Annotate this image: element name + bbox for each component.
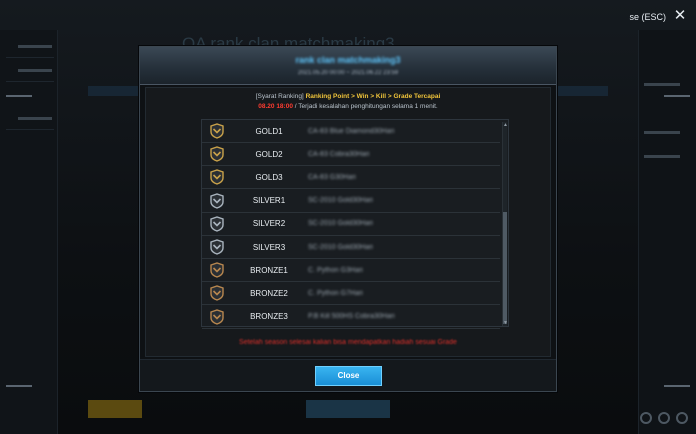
grade-reward: C. Python G3Hari xyxy=(308,266,363,274)
modal-header: rank clan matchmaking3 2021.05.20 00:00 … xyxy=(140,47,556,85)
table-row: BRONZE1 C. Python G3Hari xyxy=(202,259,500,283)
criteria-text: Ranking Point > Win > Kill > Grade Terca… xyxy=(305,93,441,100)
grade-name: GOLD2 xyxy=(255,149,283,159)
background-button xyxy=(306,400,390,418)
table-row: GOLD1 CA-83 Blue Diamond30Hari xyxy=(202,120,500,143)
grade-reward: CA-83 G30Hari xyxy=(308,173,356,181)
esc-hint: se (ESC) xyxy=(629,12,666,22)
table-row: GOLD3 CA-83 G30Hari xyxy=(202,166,500,190)
grade-name: BRONZE1 xyxy=(250,265,288,275)
grade-name: GOLD3 xyxy=(255,172,283,182)
background-right-panel xyxy=(638,30,696,434)
grade-name: BRONZE2 xyxy=(250,288,288,298)
bronze-rank-icon xyxy=(202,285,232,302)
silver-rank-icon xyxy=(202,216,232,232)
close-icon[interactable]: ✕ xyxy=(672,8,688,24)
ranking-criteria: [Syarat Ranking] Ranking Point > Win > K… xyxy=(146,93,550,100)
rank-modal: rank clan matchmaking3 2021.05.20 00:00 … xyxy=(139,46,557,392)
ranking-notice: 08.20 18:00 / Terjadi kesalahan penghitu… xyxy=(146,103,550,110)
modal-body: [Syarat Ranking] Ranking Point > Win > K… xyxy=(145,87,551,357)
gear-icon xyxy=(658,412,670,424)
left-panel-item xyxy=(6,112,54,130)
table-row: SILVER2 SC-2010 Gold30Hari xyxy=(202,213,500,236)
grade-table-scrollbar[interactable]: ▲ ▼ xyxy=(502,122,508,326)
background-divider xyxy=(664,385,690,387)
silver-rank-icon xyxy=(202,192,232,209)
close-button[interactable]: Close xyxy=(315,366,382,386)
notice-text: / Terjadi kesalahan penghitungan selama … xyxy=(294,103,438,110)
table-row: SILVER1 SC-2010 Gold30Hari xyxy=(202,190,500,213)
grade-name: GOLD1 xyxy=(255,126,283,136)
grade-reward: CA-83 Cobra30Hari xyxy=(308,150,370,158)
notice-time: 08.20 18:00 xyxy=(258,103,293,110)
grade-reward: SC-2010 Gold30Hari xyxy=(308,220,373,228)
grade-reward: C. Python G7Hari xyxy=(308,289,363,297)
background-divider xyxy=(6,95,32,97)
gold-rank-icon xyxy=(202,146,232,162)
modal-footer: Close xyxy=(140,359,556,391)
settings-icon xyxy=(640,412,652,424)
grade-reward: P.B Kill 500HS Cobra30Hari xyxy=(308,313,395,321)
grade-name: BRONZE3 xyxy=(250,312,288,322)
table-row: SILVER3 SC-2010 Gold30Hari xyxy=(202,236,500,259)
table-row: BRONZE3 P.B Kill 500HS Cobra30Hari xyxy=(202,306,500,329)
background-toolbar xyxy=(640,412,688,424)
background-left-panel xyxy=(0,30,58,434)
gold-rank-icon xyxy=(202,123,232,139)
table-row: BRONZE2 C. Python G7Hari xyxy=(202,282,500,306)
bronze-rank-icon xyxy=(202,262,232,278)
grade-name: SILVER3 xyxy=(252,242,286,252)
scroll-up-icon[interactable]: ▲ xyxy=(503,122,508,128)
bronze-rank-icon xyxy=(202,308,232,325)
grade-reward: CA-83 Blue Diamond30Hari xyxy=(308,127,395,135)
right-panel-item xyxy=(644,78,690,92)
background-divider xyxy=(6,385,32,387)
grade-reward: SC-2010 Gold30Hari xyxy=(308,197,373,205)
modal-title: rank clan matchmaking3 xyxy=(295,55,401,65)
footer-note: Setelah season selesai kalian bisa menda… xyxy=(239,339,457,346)
left-panel-item xyxy=(6,40,54,58)
gold-rank-icon xyxy=(202,169,232,186)
silver-rank-icon xyxy=(202,239,232,255)
background-button xyxy=(88,400,142,418)
left-panel-item xyxy=(6,64,54,82)
table-row: GOLD2 CA-83 Cobra30Hari xyxy=(202,143,500,167)
grade-table: GOLD1 CA-83 Blue Diamond30Hari GOLD2 CA-83 … xyxy=(201,119,509,329)
power-icon xyxy=(676,412,688,424)
scroll-down-icon[interactable]: ▼ xyxy=(503,320,508,326)
grade-name: SILVER1 xyxy=(252,196,286,206)
grade-reward: SC-2010 Gold30Hari xyxy=(308,243,373,251)
modal-dates: 2021.05.20 00:00 ~ 2021.06.22 23:59 xyxy=(297,70,399,76)
scroll-thumb[interactable] xyxy=(503,212,507,324)
right-panel-item xyxy=(644,126,690,140)
grade-name: SILVER2 xyxy=(252,219,286,229)
background-divider xyxy=(664,95,690,97)
right-panel-item xyxy=(644,150,690,164)
criteria-prefix: [Syarat Ranking] xyxy=(255,93,304,100)
